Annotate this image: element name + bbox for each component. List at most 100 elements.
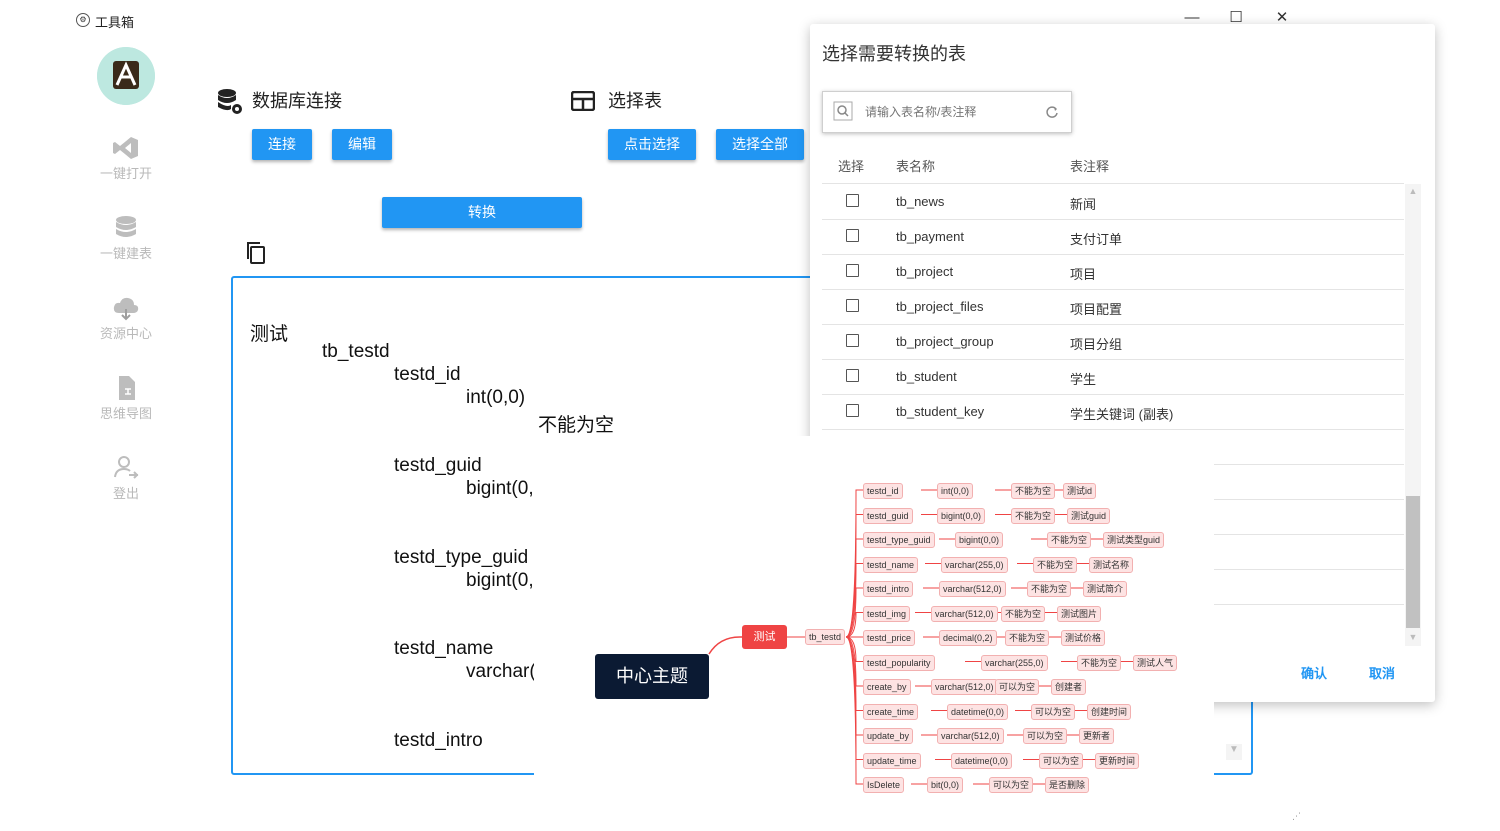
table-row[interactable]: tb_project 项目 — [822, 254, 1404, 290]
scrollbar-thumb[interactable] — [1406, 496, 1420, 628]
sidebar-item-logout[interactable]: 登出 — [90, 455, 162, 502]
row-checkbox[interactable] — [846, 369, 859, 382]
row-table-comment: 项目 — [1070, 267, 1097, 282]
edit-button[interactable]: 编辑 — [332, 129, 392, 160]
mindmap-field-comment[interactable]: 测试价格 — [1061, 630, 1106, 646]
mindmap-field-name[interactable]: testd_type_guid — [863, 532, 935, 548]
table-row[interactable]: tb_project_files 项目配置 — [822, 289, 1404, 325]
col-header-comment[interactable]: 表注释 — [1070, 156, 1109, 175]
mindmap-field-name[interactable]: testd_guid — [863, 507, 913, 524]
row-checkbox[interactable] — [846, 194, 859, 207]
copy-icon[interactable] — [245, 241, 267, 265]
mindmap-field-name[interactable]: testd_img — [863, 605, 911, 622]
row-table-name: tb_project_files — [896, 299, 984, 314]
scroll-up-icon[interactable]: ▲ — [1407, 186, 1419, 198]
mindmap-field-type[interactable]: varchar(512,0) — [937, 728, 1004, 744]
mindmap-field-type[interactable]: varchar(255,0) — [981, 654, 1048, 671]
mindmap-field-type[interactable]: varchar(512,0) — [931, 605, 998, 622]
mindmap-field-type[interactable]: varchar(255,0) — [941, 556, 1008, 573]
row-checkbox[interactable] — [846, 404, 859, 417]
refresh-icon[interactable] — [1045, 105, 1059, 119]
table-row[interactable]: tb_news 新闻 — [822, 184, 1404, 220]
mindmap-field-type[interactable]: int(0,0) — [937, 483, 974, 499]
mindmap-field-name[interactable]: update_time — [863, 752, 921, 769]
table-row[interactable]: tb_project_group 项目分组 — [822, 324, 1404, 360]
mindmap-field-name[interactable]: update_by — [863, 728, 914, 744]
scroll-down-icon[interactable]: ▼ — [1407, 632, 1419, 644]
mindmap-field-name[interactable]: create_by — [863, 679, 911, 695]
mindmap-field-comment[interactable]: 创建时间 — [1087, 703, 1132, 720]
row-checkbox[interactable] — [846, 299, 859, 312]
mindmap-field-comment[interactable]: 测试id — [1063, 483, 1097, 499]
sidebar-item-mindmap[interactable]: 思维导图 — [90, 375, 162, 422]
col-header-select: 选择 — [838, 159, 865, 174]
mindmap-field-comment[interactable]: 测试类型guid — [1103, 532, 1165, 548]
mindmap-field-name[interactable]: testd_id — [863, 483, 903, 499]
textbox-scroll-down-icon[interactable]: ▼ — [1226, 744, 1242, 760]
avatar[interactable] — [97, 47, 155, 105]
mindmap-level2-node[interactable]: tb_testd — [805, 629, 846, 645]
mindmap-field-type[interactable]: bigint(0,0) — [955, 532, 1004, 548]
text-line: 不能为空 — [538, 415, 615, 436]
cancel-button[interactable]: 取消 — [1369, 663, 1395, 682]
mindmap-field-comment[interactable]: 是否删除 — [1045, 777, 1090, 793]
mindmap-field-comment[interactable]: 测试简介 — [1083, 581, 1128, 597]
mindmap-field-nullable[interactable]: 可以为空 — [995, 679, 1040, 695]
mindmap-field-nullable[interactable]: 可以为空 — [989, 777, 1034, 793]
mindmap-field-nullable[interactable]: 不能为空 — [1033, 556, 1078, 573]
search-box[interactable] — [822, 91, 1072, 133]
mindmap-field-name[interactable]: testd_intro — [863, 581, 914, 597]
search-input[interactable] — [863, 102, 1037, 122]
resize-grip-icon[interactable]: ⋰ — [1292, 811, 1301, 822]
row-checkbox[interactable] — [846, 229, 859, 242]
avatar-image — [97, 47, 155, 105]
mindmap-field-nullable[interactable]: 不能为空 — [1001, 605, 1046, 622]
mindmap-field-nullable[interactable]: 可以为空 — [1031, 703, 1076, 720]
mindmap-field-type[interactable]: datetime(0,0) — [951, 752, 1013, 769]
sidebar-item-resource-center[interactable]: 资源中心 — [90, 295, 162, 342]
col-header-name[interactable]: 表名称 — [896, 156, 935, 175]
table-row[interactable]: tb_student 学生 — [822, 359, 1404, 395]
mindmap-field-nullable[interactable]: 可以为空 — [1023, 728, 1068, 744]
row-table-comment: 新闻 — [1070, 197, 1097, 212]
mindmap-field-comment[interactable]: 测试图片 — [1057, 605, 1102, 622]
text-line: bigint(0, — [466, 478, 534, 499]
mindmap-field-type[interactable]: bit(0,0) — [927, 777, 964, 793]
table-row[interactable]: tb_payment 支付订单 — [822, 219, 1404, 255]
mindmap-field-type[interactable]: datetime(0,0) — [947, 703, 1009, 720]
mindmap-field-type[interactable]: bigint(0,0) — [937, 507, 986, 524]
select-all-button[interactable]: 选择全部 — [716, 129, 804, 160]
row-checkbox[interactable] — [846, 264, 859, 277]
mindmap-field-comment[interactable]: 创建者 — [1051, 679, 1087, 695]
mindmap-field-nullable[interactable]: 不能为空 — [1027, 581, 1072, 597]
click-select-button[interactable]: 点击选择 — [608, 129, 696, 160]
sidebar-item-open[interactable]: 一键打开 — [90, 135, 162, 182]
mindmap-field-nullable[interactable]: 不能为空 — [1047, 532, 1092, 548]
mindmap-field-name[interactable]: testd_name — [863, 556, 919, 573]
row-checkbox[interactable] — [846, 334, 859, 347]
mindmap-field-comment[interactable]: 测试人气 — [1133, 654, 1178, 671]
mindmap-field-nullable[interactable]: 不能为空 — [1011, 483, 1056, 499]
mindmap-level1-node[interactable]: 测试 — [742, 625, 787, 649]
mindmap-field-name[interactable]: IsDelete — [863, 777, 905, 793]
mindmap-field-nullable[interactable]: 不能为空 — [1077, 654, 1122, 671]
mindmap-field-nullable[interactable]: 不能为空 — [1005, 630, 1050, 646]
mindmap-field-comment[interactable]: 更新者 — [1079, 728, 1115, 744]
mindmap-field-nullable[interactable]: 可以为空 — [1039, 752, 1084, 769]
mindmap-field-nullable[interactable]: 不能为空 — [1011, 507, 1056, 524]
mindmap-field-name[interactable]: testd_popularity — [863, 654, 935, 671]
mindmap-field-type[interactable]: varchar(512,0) — [931, 679, 998, 695]
mindmap-field-comment[interactable]: 测试guid — [1067, 507, 1111, 524]
convert-button[interactable]: 转换 — [382, 197, 582, 228]
sidebar-item-create-table[interactable]: 一键建表 — [90, 215, 162, 262]
mindmap-field-type[interactable]: decimal(0,2) — [939, 630, 997, 646]
confirm-button[interactable]: 确认 — [1301, 663, 1327, 682]
connect-button[interactable]: 连接 — [252, 129, 312, 160]
mindmap-field-comment[interactable]: 更新时间 — [1095, 752, 1140, 769]
mindmap-field-name[interactable]: testd_price — [863, 630, 916, 646]
mindmap-field-name[interactable]: create_time — [863, 703, 919, 720]
mindmap-field-type[interactable]: varchar(512,0) — [939, 581, 1006, 597]
mindmap-center-node[interactable]: 中心主题 — [595, 654, 709, 699]
mindmap-field-comment[interactable]: 测试名称 — [1089, 556, 1134, 573]
table-row[interactable]: tb_student_key 学生关键词 (副表) — [822, 394, 1404, 430]
